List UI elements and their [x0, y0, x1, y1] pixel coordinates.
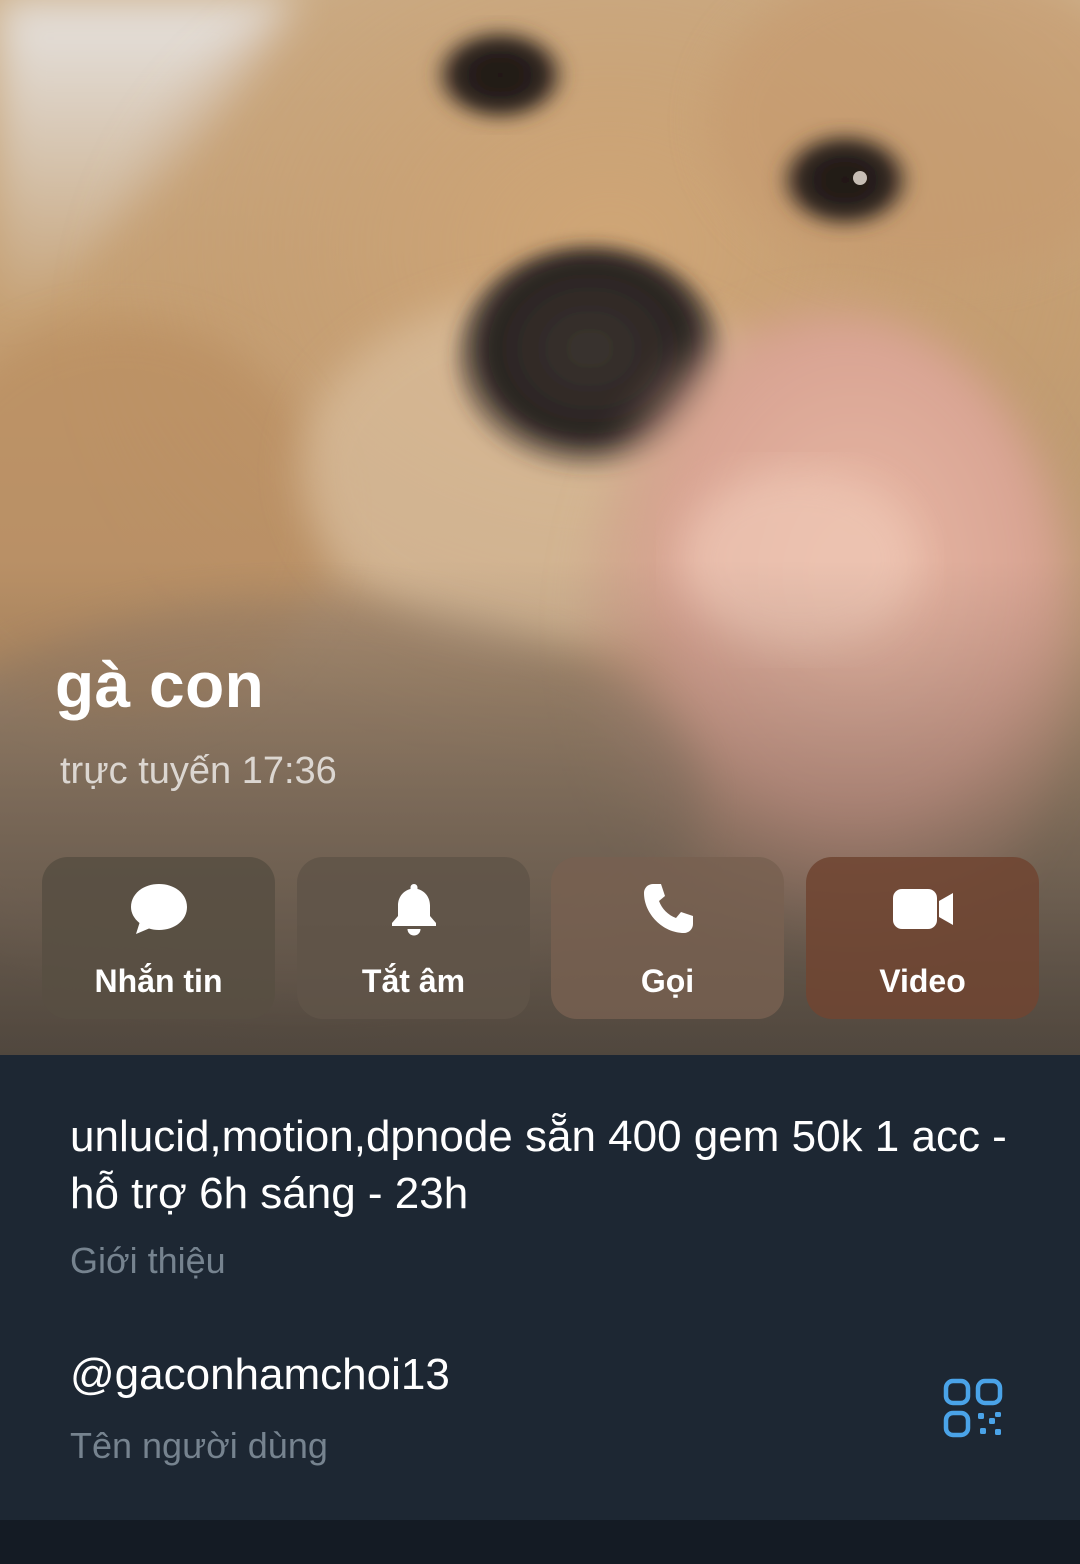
video-call-button-label: Video	[879, 963, 966, 999]
mute-button-label: Tắt âm	[361, 963, 466, 999]
bio-label: Giới thiệu	[70, 1240, 226, 1281]
bio-text: unlucid,motion,dpnode sẵn 400 gem 50k 1 …	[70, 1112, 1007, 1218]
call-button[interactable]: Gọi	[551, 857, 784, 1019]
video-call-button[interactable]: Video	[806, 857, 1039, 1019]
qr-code-icon	[943, 1378, 1003, 1438]
action-buttons: Nhắn tin Tắt âm Gọi Video	[42, 857, 1039, 1019]
video-camera-icon	[891, 881, 955, 937]
profile-info-section: unlucid,motion,dpnode sẵn 400 gem 50k 1 …	[0, 1055, 1080, 1520]
qr-code-button[interactable]	[942, 1377, 1004, 1439]
call-button-label: Gọi	[640, 963, 695, 999]
bell-icon	[382, 881, 446, 937]
phone-icon	[636, 881, 700, 937]
profile-name: gà con	[55, 649, 265, 721]
message-icon	[127, 881, 191, 937]
profile-photo[interactable]: gà con trực tuyến 17:36 Nhắn tin Tắt âm …	[0, 0, 1080, 1055]
username-label: Tên người dùng	[70, 1425, 328, 1466]
username-text[interactable]: @gaconhamchoi13	[70, 1350, 450, 1400]
profile-screen: gà con trực tuyến 17:36 Nhắn tin Tắt âm …	[0, 0, 1080, 1564]
bottom-divider	[0, 1520, 1080, 1564]
last-seen-status: trực tuyến 17:36	[60, 750, 337, 792]
mute-button[interactable]: Tắt âm	[297, 857, 530, 1019]
message-button[interactable]: Nhắn tin	[42, 857, 275, 1019]
message-button-label: Nhắn tin	[94, 963, 223, 999]
